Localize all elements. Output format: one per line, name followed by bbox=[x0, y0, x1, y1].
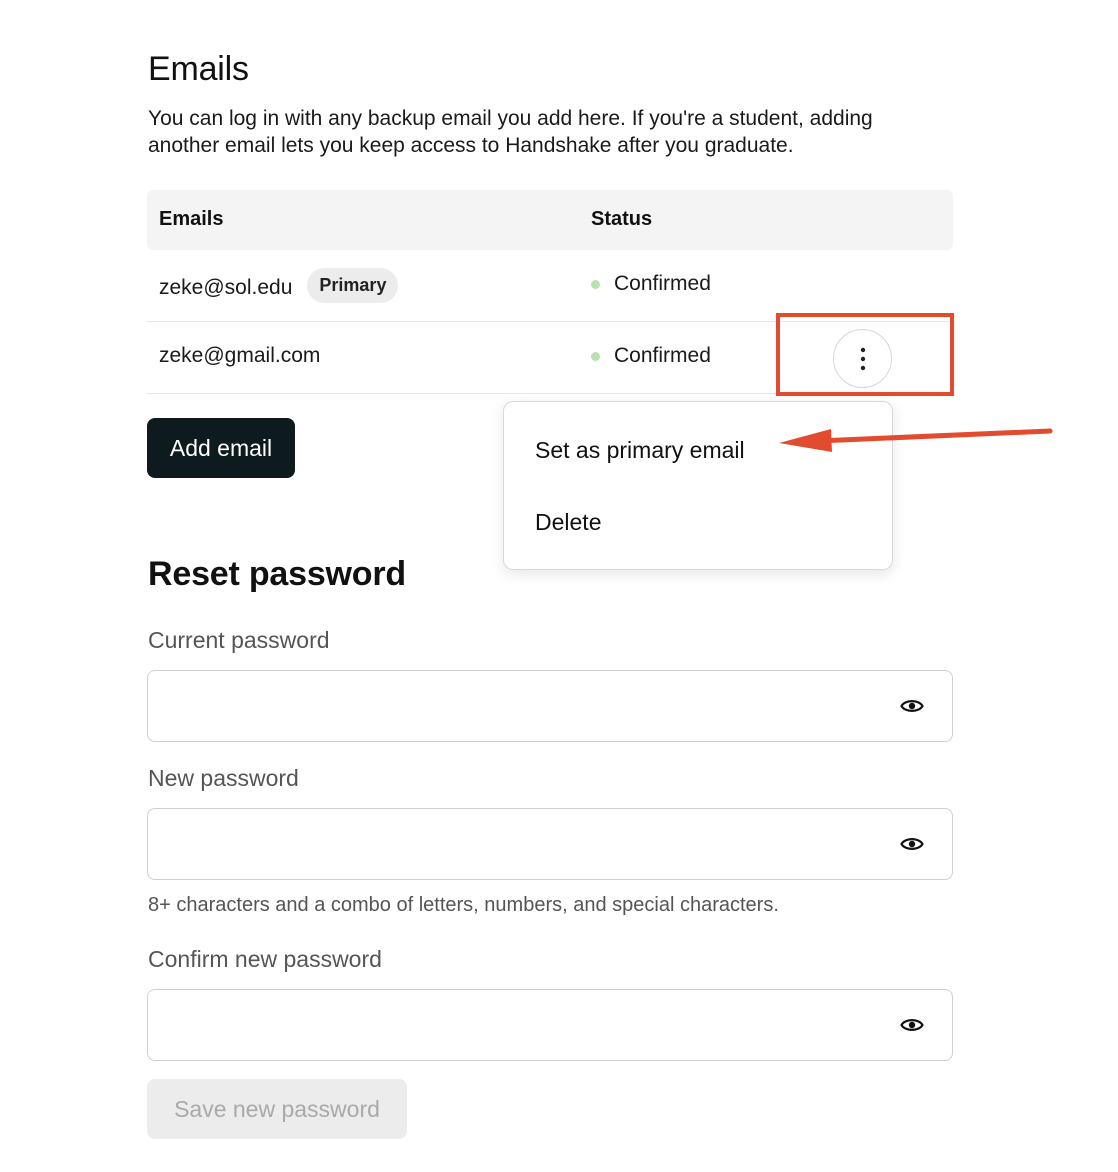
confirm-password-label: Confirm new password bbox=[148, 946, 382, 972]
reset-password-title: Reset password bbox=[148, 555, 406, 593]
email-cell: zeke@sol.edu Primary bbox=[159, 268, 399, 303]
current-password-field bbox=[147, 670, 953, 742]
password-hint: 8+ characters and a combo of letters, nu… bbox=[148, 894, 779, 916]
emails-description: You can log in with any backup email you… bbox=[148, 107, 873, 157]
status-dot-icon bbox=[591, 279, 600, 289]
confirm-password-field bbox=[147, 989, 953, 1061]
menu-item-set-primary[interactable]: Set as primary email bbox=[535, 437, 745, 464]
row-actions-menu: Set as primary email Delete bbox=[503, 401, 893, 570]
email-address: zeke@gmail.com bbox=[159, 344, 321, 367]
email-address: zeke@sol.edu bbox=[159, 275, 293, 299]
table-row: zeke@sol.edu Primary Confirmed bbox=[147, 250, 953, 322]
status-text: Confirmed bbox=[614, 272, 711, 295]
confirm-password-input[interactable] bbox=[148, 990, 952, 1060]
eye-icon[interactable] bbox=[900, 696, 924, 716]
status-dot-icon bbox=[591, 351, 600, 361]
column-header-status: Status bbox=[591, 208, 653, 230]
eye-icon[interactable] bbox=[900, 1015, 924, 1035]
settings-page: Emails You can log in with any backup em… bbox=[0, 0, 1118, 1172]
annotation-highlight-box bbox=[776, 313, 954, 396]
current-password-input[interactable] bbox=[148, 671, 952, 741]
status-cell: Confirmed bbox=[591, 344, 711, 368]
column-header-emails: Emails bbox=[159, 208, 224, 230]
new-password-input[interactable] bbox=[148, 809, 952, 879]
menu-item-delete[interactable]: Delete bbox=[535, 509, 601, 536]
emails-title: Emails bbox=[148, 50, 249, 88]
save-password-button[interactable]: Save new password bbox=[147, 1079, 407, 1139]
new-password-label: New password bbox=[148, 765, 299, 791]
table-header: Emails Status bbox=[147, 190, 953, 250]
add-email-button[interactable]: Add email bbox=[147, 418, 295, 478]
primary-badge: Primary bbox=[307, 268, 399, 303]
eye-icon[interactable] bbox=[900, 834, 924, 854]
status-text: Confirmed bbox=[614, 344, 711, 367]
new-password-field bbox=[147, 808, 953, 880]
email-cell: zeke@gmail.com bbox=[159, 344, 320, 368]
current-password-label: Current password bbox=[148, 627, 330, 653]
status-cell: Confirmed bbox=[591, 272, 711, 296]
